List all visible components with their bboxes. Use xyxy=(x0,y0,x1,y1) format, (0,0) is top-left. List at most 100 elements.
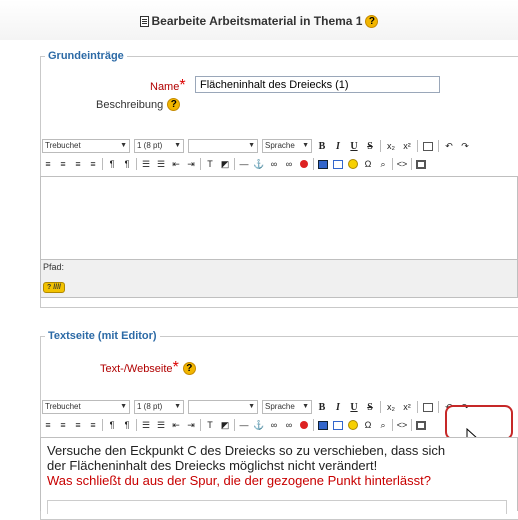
format-select[interactable]: ▼ xyxy=(188,400,258,414)
unlink-icon[interactable]: ∞ xyxy=(283,157,295,171)
text-color-icon[interactable]: T xyxy=(204,418,216,432)
ordered-list-icon[interactable]: ☰ xyxy=(140,418,152,432)
path-label: Pfad: xyxy=(43,262,65,272)
editor1-toolbar-row2: ≡ ≡ ≡ ≡ ¶ ¶ ☰ ☰ ⇤ ⇥ T ◩ — ⚓ ∞ ∞ Ω ⌕ <> xyxy=(42,155,427,173)
bold-button[interactable]: B xyxy=(316,139,328,153)
required-star-icon: * xyxy=(172,359,179,376)
editor2-toolbar-row1: Trebuchet ▼ 1 (8 pt) ▼ ▼ Sprache ▼ B I U S … xyxy=(42,398,471,416)
strike-button[interactable]: S xyxy=(364,400,376,414)
editor-line: der Flächeninhalt des Dreiecks möglichst… xyxy=(47,458,378,473)
unordered-list-icon[interactable]: ☰ xyxy=(155,418,167,432)
horizontal-rule-icon[interactable]: — xyxy=(238,157,250,171)
help-badge[interactable]: ? //// xyxy=(43,276,65,294)
underline-button[interactable]: U xyxy=(348,400,360,414)
help-icon[interactable]: ? xyxy=(365,14,379,28)
subscript-button[interactable]: x₂ xyxy=(385,400,397,414)
section-legend: Grundeinträge xyxy=(48,50,124,62)
editor-inner-box xyxy=(47,500,507,514)
indent-icon[interactable]: ⇥ xyxy=(185,157,197,171)
italic-button[interactable]: I xyxy=(332,139,344,153)
font-select[interactable]: Trebuchet ▼ xyxy=(42,139,130,153)
search-replace-icon[interactable]: ⌕ xyxy=(377,157,389,171)
table-icon[interactable] xyxy=(332,157,344,171)
clean-word-icon[interactable] xyxy=(422,139,434,153)
editor1-toolbar-row1: Trebuchet ▼ 1 (8 pt) ▼ ▼ Sprache ▼ B I U S … xyxy=(42,137,471,155)
align-center-icon[interactable]: ≡ xyxy=(57,157,69,171)
link-icon[interactable]: ∞ xyxy=(268,418,280,432)
unlink-icon[interactable]: ∞ xyxy=(283,418,295,432)
document-icon xyxy=(139,15,149,27)
page-title: Bearbeite Arbeitsmaterial in Thema 1 ? xyxy=(0,14,518,28)
bold-button[interactable]: B xyxy=(316,400,328,414)
description-editor[interactable] xyxy=(40,176,518,260)
redo-button[interactable]: ↷ xyxy=(459,139,471,153)
html-source-icon[interactable]: <> xyxy=(396,418,408,432)
editor1-status-bar: Pfad: ? //// xyxy=(40,260,518,298)
name-input[interactable] xyxy=(195,76,440,93)
description-label-group: Beschreibung ? xyxy=(96,98,181,111)
help-icon[interactable]: ? xyxy=(182,361,196,375)
image-icon[interactable] xyxy=(317,157,329,171)
subscript-button[interactable]: x₂ xyxy=(385,139,397,153)
indent-icon[interactable]: ⇥ xyxy=(185,418,197,432)
align-center-icon[interactable]: ≡ xyxy=(57,418,69,432)
superscript-button[interactable]: x² xyxy=(401,400,413,414)
page-title-text: Bearbeite Arbeitsmaterial in Thema 1 xyxy=(151,14,363,28)
format-select[interactable]: ▼ xyxy=(188,139,258,153)
superscript-button[interactable]: x² xyxy=(401,139,413,153)
help-icon[interactable]: ? xyxy=(167,98,181,111)
html-source-icon[interactable]: <> xyxy=(396,157,408,171)
name-label-group: Name* xyxy=(150,77,186,95)
rtl-icon[interactable]: ¶ xyxy=(121,418,133,432)
editor-content: Versuche den Eckpunkt C des Dreiecks so … xyxy=(47,443,517,488)
text-label-group: Text-/Webseite* ? xyxy=(100,359,196,377)
outdent-icon[interactable]: ⇤ xyxy=(170,418,182,432)
background-color-icon[interactable]: ◩ xyxy=(219,157,231,171)
editor-question-line: Was schließt du aus der Spur, die der ge… xyxy=(47,473,431,488)
rtl-icon[interactable]: ¶ xyxy=(121,157,133,171)
text-color-icon[interactable]: T xyxy=(204,157,216,171)
search-replace-icon[interactable]: ⌕ xyxy=(377,418,389,432)
image-icon[interactable] xyxy=(317,418,329,432)
italic-button[interactable]: I xyxy=(332,400,344,414)
undo-button[interactable]: ↶ xyxy=(443,139,455,153)
section-legend: Textseite (mit Editor) xyxy=(48,330,157,342)
anchor-icon[interactable]: ⚓ xyxy=(253,418,265,432)
text-editor[interactable]: Versuche den Eckpunkt C des Dreiecks so … xyxy=(40,437,518,514)
fullscreen-icon[interactable] xyxy=(415,418,427,432)
anchor-icon[interactable]: ⚓ xyxy=(253,157,265,171)
ltr-icon[interactable]: ¶ xyxy=(106,157,118,171)
underline-button[interactable]: U xyxy=(348,139,360,153)
size-select[interactable]: 1 (8 pt) ▼ xyxy=(134,139,184,153)
align-right-icon[interactable]: ≡ xyxy=(72,418,84,432)
align-left-icon[interactable]: ≡ xyxy=(42,418,54,432)
language-select[interactable]: Sprache ▼ xyxy=(262,400,312,414)
description-label: Beschreibung xyxy=(96,98,164,111)
size-select[interactable]: 1 (8 pt) ▼ xyxy=(134,400,184,414)
language-select[interactable]: Sprache ▼ xyxy=(262,139,312,153)
table-icon[interactable] xyxy=(332,418,344,432)
unordered-list-icon[interactable]: ☰ xyxy=(155,157,167,171)
link-icon[interactable]: ∞ xyxy=(268,157,280,171)
ordered-list-icon[interactable]: ☰ xyxy=(140,157,152,171)
align-right-icon[interactable]: ≡ xyxy=(72,157,84,171)
editor2-toolbar-row2: ≡ ≡ ≡ ≡ ¶ ¶ ☰ ☰ ⇤ ⇥ T ◩ — ⚓ ∞ ∞ Ω ⌕ <> xyxy=(42,416,427,434)
justify-icon[interactable]: ≡ xyxy=(87,157,99,171)
required-star-icon: * xyxy=(179,77,186,94)
smiley-icon[interactable] xyxy=(347,157,359,171)
strike-button[interactable]: S xyxy=(364,139,376,153)
special-char-icon[interactable]: Ω xyxy=(362,157,374,171)
smiley-icon[interactable] xyxy=(347,418,359,432)
background-color-icon[interactable]: ◩ xyxy=(219,418,231,432)
horizontal-rule-icon[interactable]: — xyxy=(238,418,250,432)
align-left-icon[interactable]: ≡ xyxy=(42,157,54,171)
nolink-icon[interactable] xyxy=(298,418,310,432)
nolink-icon[interactable] xyxy=(298,157,310,171)
fullscreen-icon[interactable] xyxy=(415,157,427,171)
special-char-icon[interactable]: Ω xyxy=(362,418,374,432)
clean-word-icon[interactable] xyxy=(422,400,434,414)
ltr-icon[interactable]: ¶ xyxy=(106,418,118,432)
outdent-icon[interactable]: ⇤ xyxy=(170,157,182,171)
justify-icon[interactable]: ≡ xyxy=(87,418,99,432)
font-select[interactable]: Trebuchet ▼ xyxy=(42,400,130,414)
